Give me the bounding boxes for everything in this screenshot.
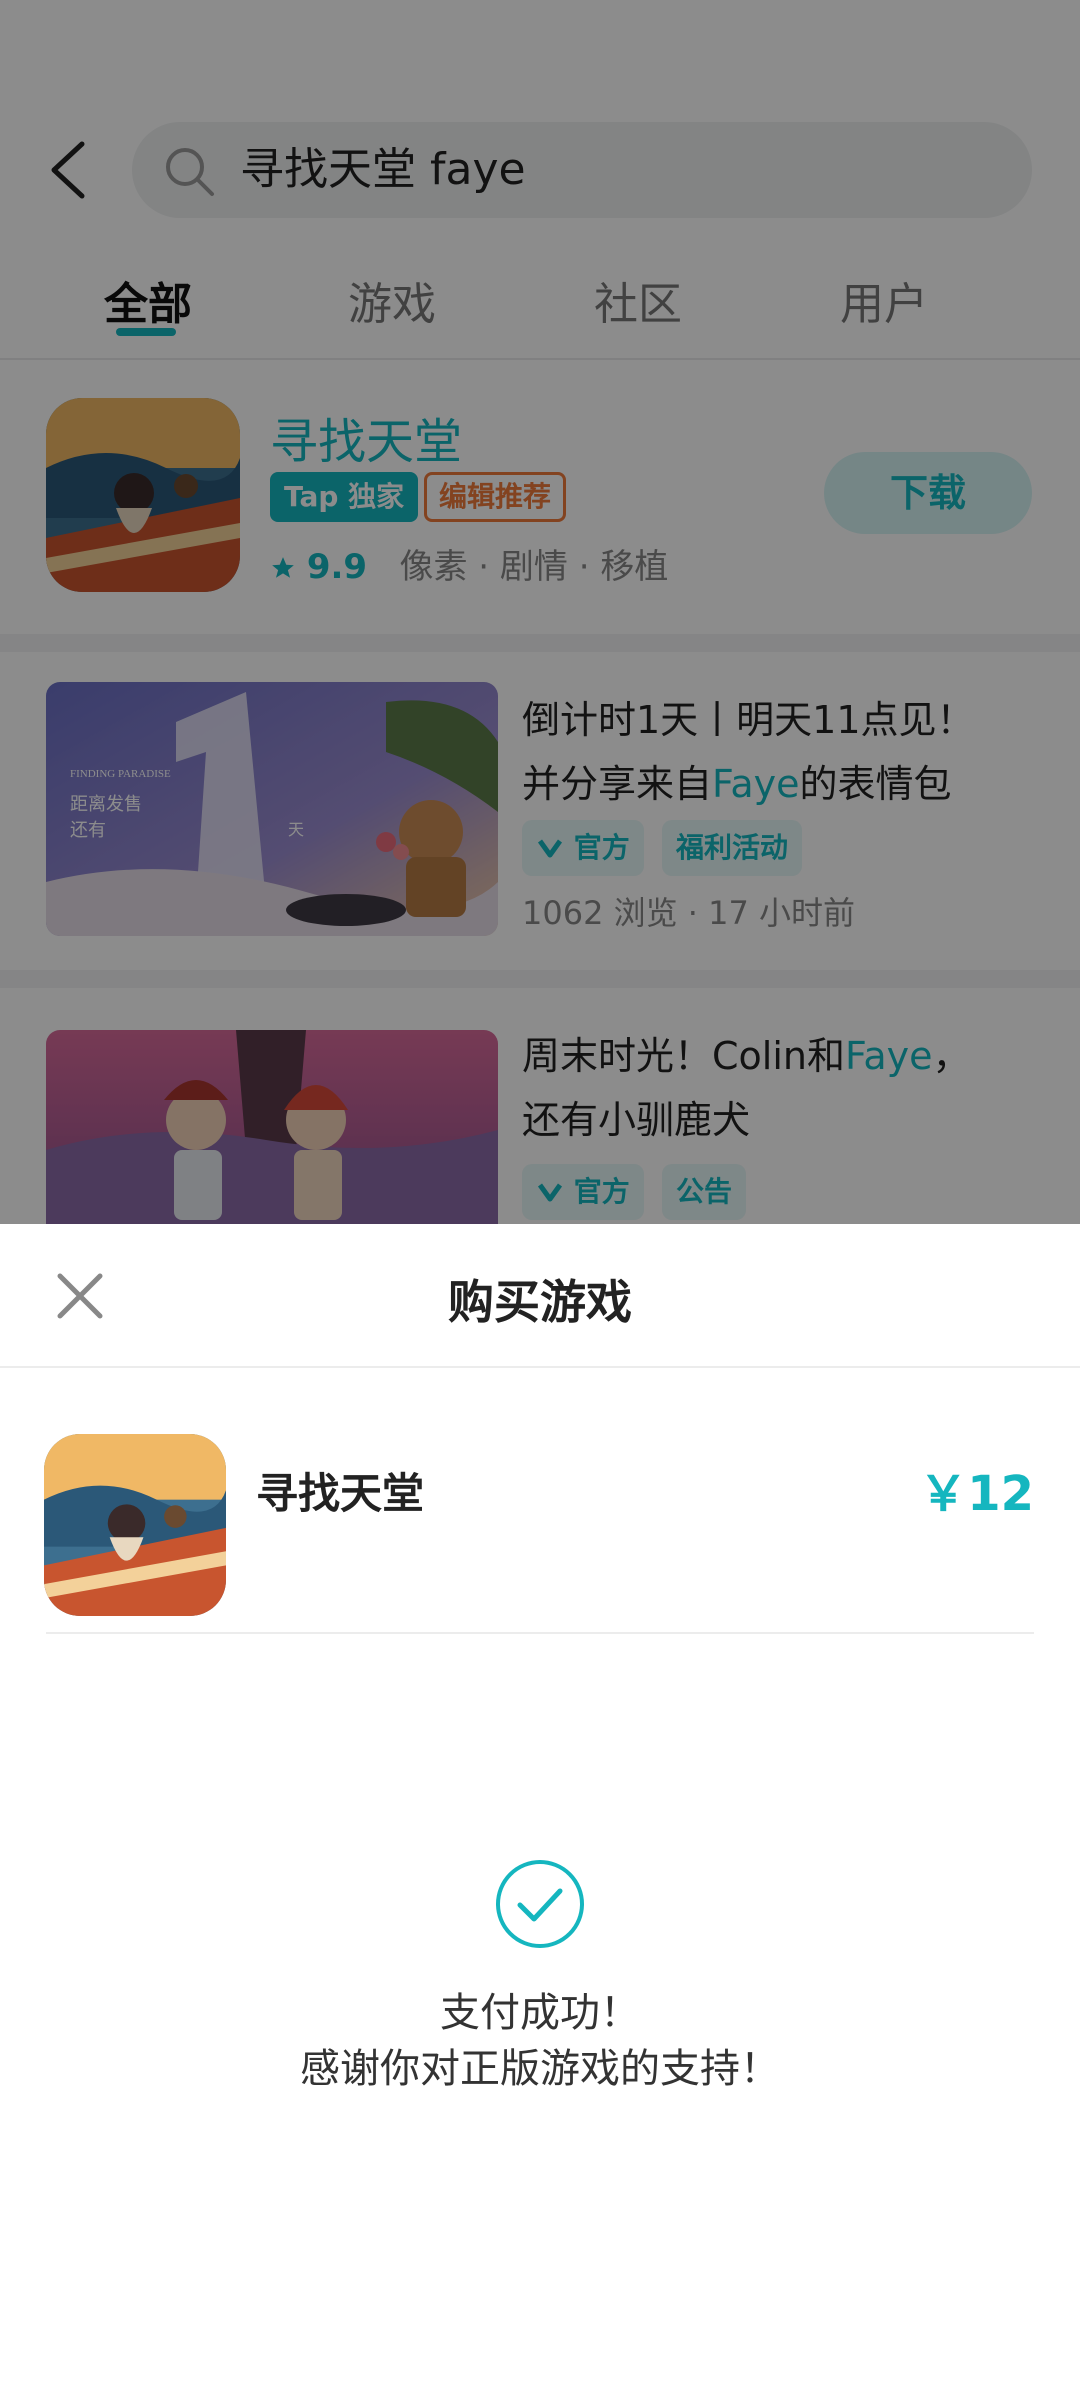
purchase-price: ￥12 — [919, 1466, 1034, 1522]
check-circle-icon — [494, 1858, 586, 1950]
game-app-icon — [44, 1434, 226, 1616]
purchase-item-row: 寻找天堂 ￥12 — [0, 1384, 1080, 1634]
thanks-text: 感谢你对正版游戏的支持！ — [300, 2046, 780, 2092]
purchase-sheet: 购买游戏 寻找天堂 ￥12 支付成功！ 感谢你对正版游戏的支持！ — [0, 1224, 1080, 2400]
payment-success-text: 支付成功！ — [440, 1990, 640, 2036]
divider — [0, 1366, 1080, 1368]
sheet-title: 购买游戏 — [448, 1275, 632, 1329]
divider — [46, 1632, 1034, 1634]
purchase-game-name: 寻找天堂 — [256, 1469, 425, 1518]
modal-backdrop[interactable] — [0, 0, 1080, 1224]
